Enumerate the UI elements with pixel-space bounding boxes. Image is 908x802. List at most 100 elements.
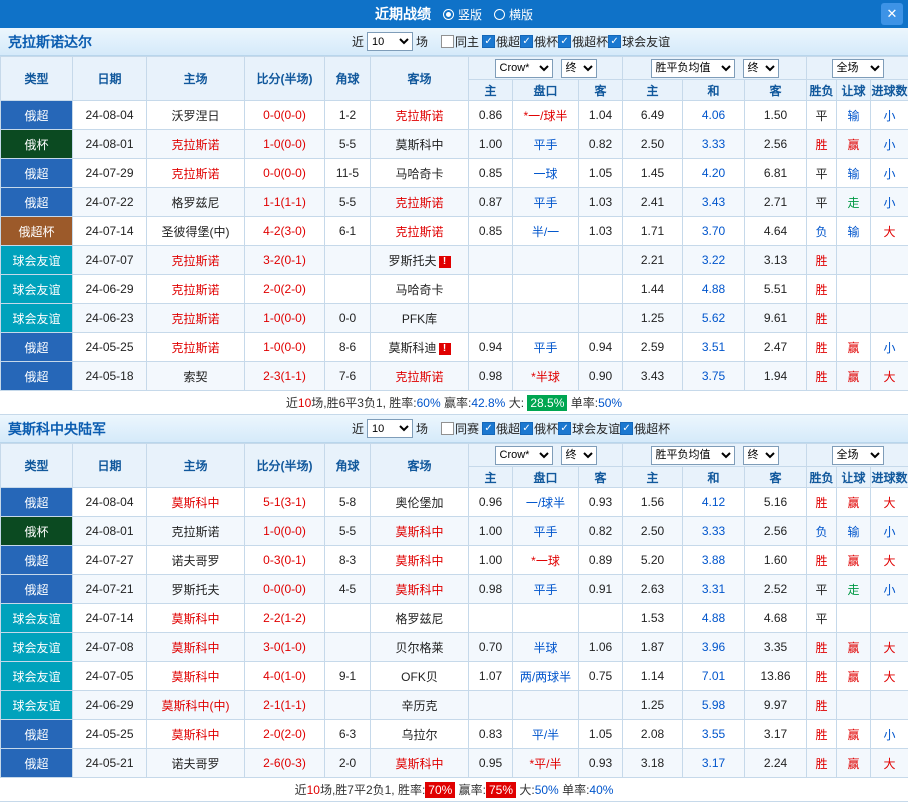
league-filter-label: 俄超杯 — [572, 33, 608, 50]
close-button[interactable]: ✕ — [881, 3, 903, 25]
home-team: 沃罗涅日 — [147, 101, 245, 130]
scope-select[interactable]: 全场 — [832, 59, 884, 78]
league-filter-checkbox[interactable]: ✓俄杯 — [520, 420, 558, 437]
col-avg-away: 客 — [745, 80, 807, 101]
odds-away — [579, 275, 623, 304]
col-away: 客场 — [371, 57, 469, 101]
avg-home: 2.08 — [623, 720, 683, 749]
match-row: 俄杯24-08-01克拉斯诺1-0(0-0)5-5莫斯科中1.00平手0.822… — [1, 130, 908, 159]
avg-type-select[interactable]: 胜平负均值 — [651, 446, 735, 465]
radio-horizontal-label: 横版 — [509, 6, 533, 23]
avg-away: 1.60 — [745, 546, 807, 575]
scope-select[interactable]: 全场 — [832, 446, 884, 465]
match-row: 俄超24-07-22格罗兹尼1-1(1-1)5-5克拉斯诺0.87平手1.032… — [1, 188, 908, 217]
league-type-badge: 俄超 — [1, 188, 73, 217]
radio-selected-icon — [443, 9, 454, 20]
result-goals: 大 — [871, 546, 908, 575]
handicap-line: 平/半 — [513, 720, 579, 749]
score: 5-1(3-1) — [245, 488, 325, 517]
result-handicap: 输 — [837, 159, 871, 188]
score: 3-2(0-1) — [245, 246, 325, 275]
league-type-badge: 俄超杯 — [1, 217, 73, 246]
same-filter-checkbox[interactable]: 同赛 — [441, 420, 479, 437]
odds-home: 0.87 — [469, 188, 513, 217]
odds-home — [469, 604, 513, 633]
corner-score: 8-6 — [325, 333, 371, 362]
score: 0-3(0-1) — [245, 546, 325, 575]
match-date: 24-07-27 — [73, 546, 147, 575]
result-handicap: 赢 — [837, 662, 871, 691]
away-team: 莫斯科中 — [371, 130, 469, 159]
avg-final-select[interactable]: 终 — [743, 446, 779, 465]
odds-away: 0.94 — [579, 333, 623, 362]
home-team: 克拉斯诺 — [147, 333, 245, 362]
league-filter-checkbox[interactable]: ✓俄超杯 — [620, 420, 670, 437]
match-date: 24-05-18 — [73, 362, 147, 391]
odds-company-select[interactable]: Crow* — [495, 446, 553, 465]
recent-count-select[interactable]: 10 — [367, 419, 413, 438]
summary-segment: 场,胜7平2负1, 胜率: — [320, 781, 425, 798]
checkbox-checked-icon: ✓ — [620, 422, 633, 435]
avg-draw: 4.88 — [683, 275, 745, 304]
checkbox-checked-icon: ✓ — [558, 35, 571, 48]
avg-draw: 3.17 — [683, 749, 745, 778]
col-home: 主场 — [147, 57, 245, 101]
odds-away: 0.90 — [579, 362, 623, 391]
corner-score — [325, 246, 371, 275]
league-filter-checkbox[interactable]: ✓俄超杯 — [558, 33, 608, 50]
corner-score: 4-5 — [325, 575, 371, 604]
away-team: 贝尔格莱 — [371, 633, 469, 662]
league-type-badge: 球会友谊 — [1, 604, 73, 633]
league-type-badge: 俄超 — [1, 575, 73, 604]
recent-matches-table: 类型 日期 主场 比分(半场) 角球 客场 Crow* 终 胜平负均值 终 — [0, 443, 908, 778]
layout-radio-horizontal[interactable]: 横版 — [494, 6, 533, 23]
avg-away: 3.17 — [745, 720, 807, 749]
avg-home: 3.43 — [623, 362, 683, 391]
summary-row: 近10场,胜6平3负1, 胜率:60% 赢率:42.8% 大: 28.5% 单率… — [0, 391, 908, 415]
avg-draw: 3.43 — [683, 188, 745, 217]
avg-home: 1.14 — [623, 662, 683, 691]
odds-group-header: Crow* 终 — [469, 444, 623, 467]
layout-radio-vertical[interactable]: 竖版 — [443, 6, 482, 23]
alert-icon: ! — [439, 343, 451, 355]
league-filter-group: ✓俄超✓俄杯✓球会友谊✓俄超杯 — [482, 420, 670, 438]
result-wdl: 胜 — [807, 633, 837, 662]
odds-final-select[interactable]: 终 — [561, 446, 597, 465]
result-goals: 小 — [871, 333, 908, 362]
col-odds-home: 主 — [469, 467, 513, 488]
league-filter-checkbox[interactable]: ✓球会友谊 — [608, 33, 670, 50]
odds-company-select[interactable]: Crow* — [495, 59, 553, 78]
avg-draw: 3.70 — [683, 217, 745, 246]
home-team: 诺夫哥罗 — [147, 546, 245, 575]
avg-group-header: 胜平负均值 终 — [623, 57, 807, 80]
league-filter-checkbox[interactable]: ✓俄超 — [482, 33, 520, 50]
same-filter-checkbox[interactable]: 同主 — [441, 33, 479, 50]
corner-score: 5-5 — [325, 188, 371, 217]
away-team: 罗斯托夫! — [371, 246, 469, 275]
result-goals — [871, 604, 908, 633]
league-filter-checkbox[interactable]: ✓俄杯 — [520, 33, 558, 50]
avg-draw: 4.12 — [683, 488, 745, 517]
handicap-line: 两/两球半 — [513, 662, 579, 691]
avg-final-select[interactable]: 终 — [743, 59, 779, 78]
league-filter-checkbox[interactable]: ✓俄超 — [482, 420, 520, 437]
result-goals — [871, 246, 908, 275]
league-filter-label: 俄杯 — [534, 420, 558, 437]
odds-final-select[interactable]: 终 — [561, 59, 597, 78]
avg-home: 5.20 — [623, 546, 683, 575]
league-type-badge: 球会友谊 — [1, 662, 73, 691]
col-handicap: 盘口 — [513, 80, 579, 101]
corner-score: 6-3 — [325, 720, 371, 749]
avg-type-select[interactable]: 胜平负均值 — [651, 59, 735, 78]
same-filter-label: 同主 — [455, 33, 479, 50]
col-goals: 进球数 — [871, 80, 908, 101]
league-filter-checkbox[interactable]: ✓球会友谊 — [558, 420, 620, 437]
titlebar: 近期战绩 竖版 横版 ✕ — [0, 0, 908, 28]
avg-draw: 4.88 — [683, 604, 745, 633]
away-team: 马哈奇卡 — [371, 275, 469, 304]
score: 1-0(0-0) — [245, 333, 325, 362]
result-handicap: 赢 — [837, 333, 871, 362]
recent-count-select[interactable]: 10 — [367, 32, 413, 51]
league-filter-label: 俄杯 — [534, 33, 558, 50]
league-filter-group: ✓俄超✓俄杯✓俄超杯✓球会友谊 — [482, 33, 670, 51]
